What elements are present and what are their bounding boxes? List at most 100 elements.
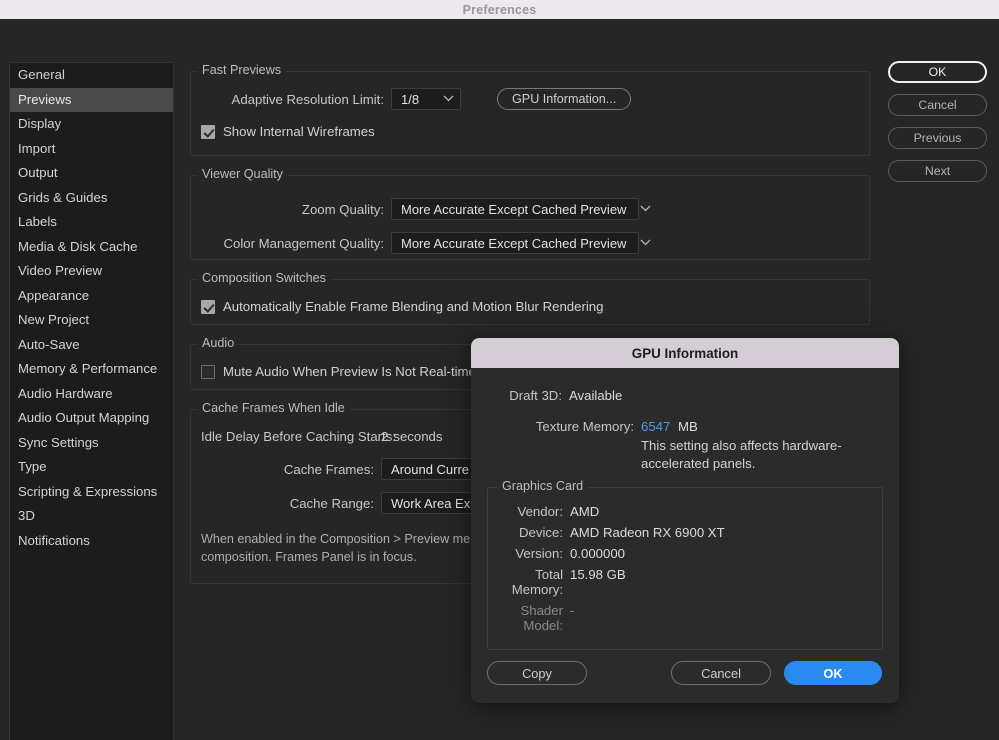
- sidebar-item-label: New Project: [18, 312, 90, 327]
- sidebar-item-scripting-and-expressions[interactable]: Scripting & Expressions: [10, 480, 173, 505]
- sidebar-item-label: Grids & Guides: [18, 189, 108, 205]
- sidebar-item-label: Sync Settings: [18, 434, 99, 450]
- sidebar-item-auto-save[interactable]: Auto-Save: [10, 333, 173, 358]
- graphics-card-group: Graphics Card Vendor: AMD Device: AMD Ra…: [487, 479, 883, 650]
- sidebar-item-label: Notifications: [18, 532, 90, 548]
- viewer-quality-group: Viewer Quality Zoom Quality: More Accura…: [190, 167, 870, 260]
- sidebar-item-memory-and-performance[interactable]: Memory & Performance: [10, 357, 173, 382]
- total-memory-value: 15.98 GB: [570, 567, 626, 582]
- composition-switches-group-title: Composition Switches: [198, 271, 331, 285]
- fast-previews-group-title: Fast Previews: [198, 63, 287, 77]
- sidebar-item-label: Memory & Performance: [18, 361, 158, 376]
- zoom-quality-value: More Accurate Except Cached Preview: [401, 201, 627, 217]
- fast-previews-group: Fast Previews Adaptive Resolution Limit:…: [190, 63, 870, 156]
- gpu-dialog-body: Draft 3D: Available Texture Memory: 6547…: [471, 368, 899, 650]
- sidebar-item-audio-output-mapping[interactable]: Audio Output Mapping: [10, 406, 173, 431]
- vendor-label: Vendor:: [517, 504, 563, 519]
- version-label: Version:: [515, 546, 563, 561]
- sidebar-item-output[interactable]: Output: [10, 161, 173, 186]
- sidebar-item-previews[interactable]: Previews: [10, 87, 173, 112]
- idle-delay-label: Idle Delay Before Caching Starts:: [201, 429, 396, 444]
- sidebar-item-type[interactable]: Type: [10, 455, 173, 480]
- sidebar-item-label: Media & Disk Cache: [18, 238, 138, 254]
- texture-memory-note-row: This setting also affects hardware-accel…: [487, 437, 883, 473]
- cache-range-label: Cache Range:: [289, 495, 374, 511]
- draft-3d-row: Draft 3D: Available: [487, 388, 883, 403]
- sidebar-item-label: Scripting & Expressions: [18, 483, 158, 499]
- gpu-dialog-ok-button[interactable]: OK: [784, 661, 882, 685]
- color-management-quality-value: More Accurate Except Cached Preview: [401, 235, 627, 251]
- device-row: Device: AMD Radeon RX 6900 XT: [488, 525, 872, 540]
- sidebar-item-audio-hardware[interactable]: Audio Hardware: [10, 382, 173, 407]
- preferences-category-list[interactable]: General Previews Display Import Output G…: [9, 62, 174, 740]
- sidebar-item-general[interactable]: General: [10, 63, 173, 88]
- sidebar-item-labels[interactable]: Labels: [10, 210, 173, 235]
- cache-frames-label: Cache Frames:: [283, 461, 374, 477]
- version-value: 0.000000: [570, 546, 626, 561]
- viewer-quality-group-title: Viewer Quality: [198, 167, 288, 181]
- adaptive-resolution-value: 1/8: [401, 91, 420, 107]
- draft-3d-value: Available: [569, 388, 623, 403]
- texture-memory-label: Texture Memory:: [535, 419, 634, 434]
- sidebar-item-video-preview[interactable]: Video Preview: [10, 259, 173, 284]
- next-button[interactable]: Next: [888, 160, 987, 182]
- shader-model-row: Shader Model: -: [488, 603, 872, 633]
- chevron-down-icon: [640, 238, 651, 249]
- color-management-quality-select[interactable]: More Accurate Except Cached Preview: [391, 232, 651, 254]
- sidebar-item-new-project[interactable]: New Project: [10, 308, 173, 333]
- graphics-card-group-title: Graphics Card: [497, 479, 589, 493]
- sidebar-item-3d[interactable]: 3D: [10, 504, 173, 529]
- ok-button[interactable]: OK: [888, 61, 987, 83]
- audio-group-title: Audio: [198, 336, 240, 350]
- shader-model-label: Shader Model:: [520, 603, 563, 633]
- adaptive-resolution-label: Adaptive Resolution Limit:: [231, 91, 384, 107]
- sidebar-item-label: Auto-Save: [18, 336, 80, 352]
- sidebar-item-notifications[interactable]: Notifications: [10, 529, 173, 554]
- sidebar-item-import[interactable]: Import: [10, 137, 173, 162]
- sidebar-item-label: Display: [18, 116, 62, 131]
- show-internal-wireframes-label: Show Internal Wireframes: [223, 124, 375, 139]
- gpu-dialog-titlebar: GPU Information: [471, 338, 899, 368]
- show-internal-wireframes-checkbox[interactable]: [201, 124, 215, 139]
- device-value: AMD Radeon RX 6900 XT: [570, 525, 725, 540]
- previous-button[interactable]: Previous: [888, 127, 987, 149]
- vendor-value: AMD: [570, 504, 600, 519]
- zoom-quality-select[interactable]: More Accurate Except Cached Preview: [391, 198, 651, 220]
- dialog-action-buttons: OK Cancel Previous Next: [888, 61, 987, 193]
- sidebar-item-label: Import: [18, 140, 56, 156]
- sidebar-item-label: 3D: [18, 508, 35, 523]
- mute-audio-checkbox[interactable]: [201, 364, 215, 379]
- draft-3d-label: Draft 3D:: [509, 388, 562, 403]
- sidebar-item-display[interactable]: Display: [10, 112, 173, 137]
- chevron-down-icon: [443, 94, 454, 105]
- auto-enable-frame-blending-checkbox[interactable]: [201, 299, 215, 314]
- sidebar-item-grids-and-guides[interactable]: Grids & Guides: [10, 186, 173, 211]
- sidebar-item-sync-settings[interactable]: Sync Settings: [10, 431, 173, 456]
- texture-memory-unit: MB: [678, 419, 698, 434]
- total-memory-row: Total Memory: 15.98 GB: [488, 567, 872, 597]
- composition-switches-group: Composition Switches Automatically Enabl…: [190, 271, 870, 325]
- mute-audio-label: Mute Audio When Preview Is Not Real-time: [223, 364, 476, 379]
- sidebar-item-label: Appearance: [18, 287, 90, 303]
- sidebar-item-label: Audio Hardware: [18, 385, 113, 401]
- sidebar-item-label: Type: [18, 459, 47, 474]
- gpu-information-button[interactable]: GPU Information...: [497, 88, 632, 110]
- adaptive-resolution-select[interactable]: 1/8: [391, 88, 461, 110]
- version-row: Version: 0.000000: [488, 546, 872, 561]
- sidebar-item-media-and-disk-cache[interactable]: Media & Disk Cache: [10, 235, 173, 260]
- total-memory-label: Total Memory:: [511, 567, 563, 597]
- sidebar-item-label: Labels: [18, 214, 57, 229]
- sidebar-item-appearance[interactable]: Appearance: [10, 284, 173, 309]
- texture-memory-row: Texture Memory: 6547 MB: [487, 419, 883, 434]
- idle-delay-value[interactable]: 2: [381, 429, 388, 444]
- gpu-dialog-cancel-button[interactable]: Cancel: [671, 661, 771, 685]
- chevron-down-icon: [640, 204, 651, 215]
- sidebar-item-label: Output: [18, 165, 58, 180]
- cancel-button[interactable]: Cancel: [888, 94, 987, 116]
- shader-model-value: -: [570, 603, 575, 618]
- window-title: Preferences: [462, 2, 537, 17]
- gpu-information-dialog: GPU Information Draft 3D: Available Text…: [471, 338, 899, 703]
- sidebar-item-label: Audio Output Mapping: [18, 410, 150, 425]
- copy-button[interactable]: Copy: [487, 661, 587, 685]
- texture-memory-value[interactable]: 6547: [641, 419, 670, 434]
